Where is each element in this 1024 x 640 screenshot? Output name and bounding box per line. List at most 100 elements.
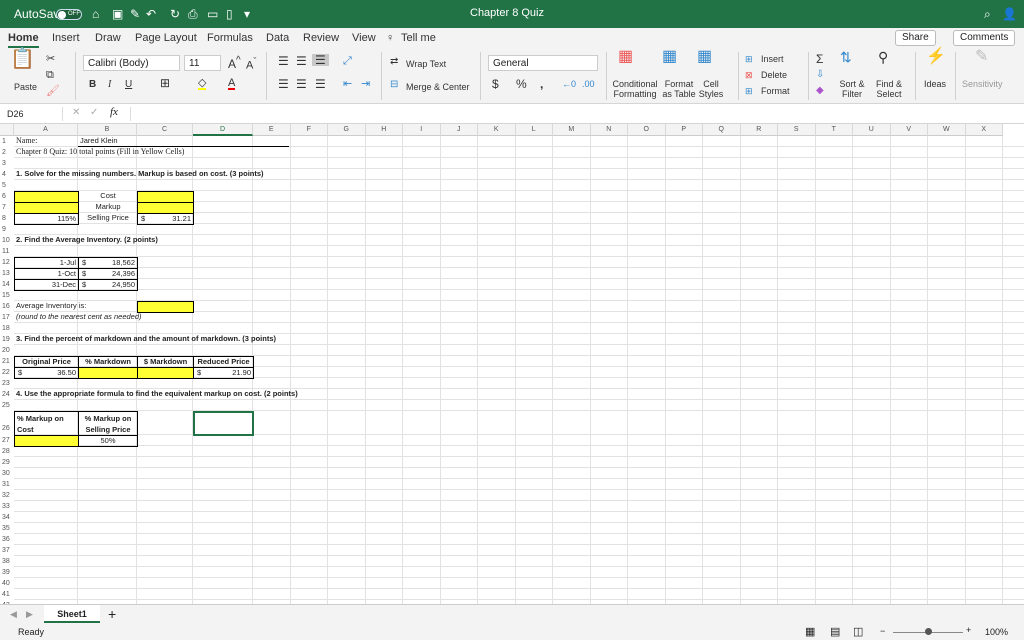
worksheet-grid[interactable]: A B C D E F G H I J K L M N O P Q R S T U V W X 1 2 3 4 5 6 7 8 9 10 11 12 1… [0, 124, 1024, 604]
sensitivity-button[interactable]: Sensitivity [962, 79, 1003, 89]
column-header-H[interactable]: H [365, 124, 403, 136]
column-header-L[interactable]: L [515, 124, 553, 136]
cell-c8[interactable]: $31.21 [137, 213, 194, 225]
zoom-slider-thumb[interactable] [925, 628, 932, 635]
tab-formulas[interactable]: Formulas [207, 32, 253, 44]
cell-a24[interactable]: 4. Use the appropriate formula to find t… [14, 389, 300, 401]
sort-filter-icon[interactable]: ⇅ [840, 50, 852, 64]
row-header-6[interactable]: 6 [0, 191, 14, 202]
font-size-dropdown[interactable]: 11 [184, 55, 221, 71]
row-header-39[interactable]: 39 [0, 567, 14, 578]
column-header-G[interactable]: G [328, 124, 366, 136]
row-header-20[interactable]: 20 [0, 345, 14, 356]
sort-filter-button[interactable]: Sort & Filter [836, 79, 868, 99]
row-header-30[interactable]: 30 [0, 468, 14, 479]
enter-icon[interactable]: ✓ [90, 107, 98, 118]
number-format-dropdown[interactable]: General [488, 55, 598, 71]
format-painter-icon[interactable]: 🖌 [46, 86, 60, 97]
row-header-21[interactable]: 21 [0, 356, 14, 367]
borders-icon[interactable]: ⊞ [160, 77, 170, 89]
row-header-25[interactable]: 25 [0, 400, 14, 411]
row-header-23[interactable]: 23 [0, 378, 14, 389]
row-header-14[interactable]: 14 [0, 279, 14, 290]
cell-a27[interactable] [14, 435, 79, 447]
column-header-J[interactable]: J [440, 124, 478, 136]
zoom-out-button[interactable]: − [880, 626, 885, 636]
tab-review[interactable]: Review [303, 32, 339, 44]
format-cells-icon[interactable]: ⊞ [745, 86, 753, 96]
cell-a17[interactable]: (round to the nearest cent as needed) [14, 312, 144, 324]
increase-font-icon[interactable]: A^ [228, 56, 241, 71]
percent-icon[interactable]: % [516, 78, 527, 90]
tab-insert[interactable]: Insert [52, 32, 80, 44]
row-header-41[interactable]: 41 [0, 589, 14, 600]
row-header-12[interactable]: 12 [0, 257, 14, 268]
column-header-E[interactable]: E [253, 124, 291, 136]
column-header-X[interactable]: X [965, 124, 1003, 136]
row-header-18[interactable]: 18 [0, 323, 14, 334]
underline-button[interactable]: U [125, 80, 132, 90]
orientation-icon[interactable]: ⤢ [343, 56, 352, 67]
tab-draw[interactable]: Draw [95, 32, 121, 44]
autosave-toggle[interactable]: OFF [56, 9, 82, 20]
row-header-31[interactable]: 31 [0, 479, 14, 490]
cell-styles-button[interactable]: Cell Styles [697, 79, 725, 99]
row-header-32[interactable]: 32 [0, 490, 14, 501]
cut-icon[interactable]: ✂ [46, 54, 55, 65]
formula-input[interactable] [130, 107, 1010, 121]
align-center-icon[interactable]: ☰ [296, 78, 307, 90]
print-icon[interactable]: ⎙ [188, 7, 198, 22]
currency-icon[interactable]: $ [492, 78, 499, 90]
format-table-icon[interactable]: ▦ [662, 49, 677, 65]
decrease-indent-icon[interactable]: ⇤ [343, 79, 352, 90]
row-header-33[interactable]: 33 [0, 501, 14, 512]
tab-data[interactable]: Data [266, 32, 289, 44]
cell-d22[interactable]: $21.90 [193, 367, 254, 379]
prev-sheet-icon[interactable]: ◀ [10, 609, 17, 620]
column-header-S[interactable]: S [778, 124, 816, 136]
ideas-icon[interactable]: ⚡ [926, 49, 946, 65]
row-header-2[interactable]: 2 [0, 147, 14, 158]
clear-icon[interactable]: ◆ [816, 86, 824, 96]
row-header-40[interactable]: 40 [0, 578, 14, 589]
merge-icon[interactable]: ⊟ [390, 80, 398, 90]
sensitivity-icon[interactable]: ✎ [975, 49, 988, 65]
save-icon[interactable]: ▣ [112, 7, 123, 21]
row-header-19[interactable]: 19 [0, 334, 14, 345]
zoom-in-button[interactable]: + [966, 625, 971, 635]
paste-label[interactable]: Paste [14, 82, 37, 92]
fill-color-icon[interactable]: ◇ [198, 78, 207, 90]
row-header-10[interactable]: 10 [0, 235, 14, 246]
column-header-F[interactable]: F [290, 124, 328, 136]
row-header-38[interactable]: 38 [0, 556, 14, 567]
paste-icon[interactable]: 📋 [10, 49, 35, 69]
decrease-decimal-icon[interactable]: .00 [582, 79, 595, 89]
cell-a26[interactable]: % Markup on Cost [14, 411, 79, 436]
increase-indent-icon[interactable]: ⇥ [361, 79, 370, 90]
name-box[interactable]: D26 [3, 107, 63, 121]
comma-icon[interactable]: , [540, 78, 543, 90]
cell-a14[interactable]: 31-Dec [14, 279, 79, 291]
page-break-view-icon[interactable]: ◫ [853, 625, 863, 638]
row-header-24[interactable]: 24 [0, 389, 14, 400]
copy-icon[interactable]: ⧉ [46, 70, 54, 81]
conditional-formatting-button[interactable]: Conditional Formatting [608, 79, 662, 99]
tell-me[interactable]: Tell me [401, 32, 436, 44]
column-header-N[interactable]: N [590, 124, 628, 136]
cancel-icon[interactable]: ✕ [72, 107, 80, 118]
align-top-icon[interactable]: ☰ [278, 55, 289, 67]
column-header-U[interactable]: U [853, 124, 891, 136]
bold-button[interactable]: B [89, 80, 96, 90]
undo-icon[interactable]: ↶ [146, 7, 156, 21]
tab-page-layout[interactable]: Page Layout [135, 32, 197, 44]
row-header-29[interactable]: 29 [0, 457, 14, 468]
format-button[interactable]: Format [761, 86, 790, 96]
row-header-16[interactable]: 16 [0, 301, 14, 312]
row-header-27[interactable]: 27 [0, 435, 14, 446]
cell-styles-icon[interactable]: ▦ [697, 49, 712, 65]
row-header-8[interactable]: 8 [0, 213, 14, 224]
row-header-35[interactable]: 35 [0, 523, 14, 534]
cell-b8[interactable]: Selling Price [78, 213, 138, 225]
column-header-M[interactable]: M [553, 124, 591, 136]
delete-cells-icon[interactable]: ⊠ [745, 70, 753, 80]
